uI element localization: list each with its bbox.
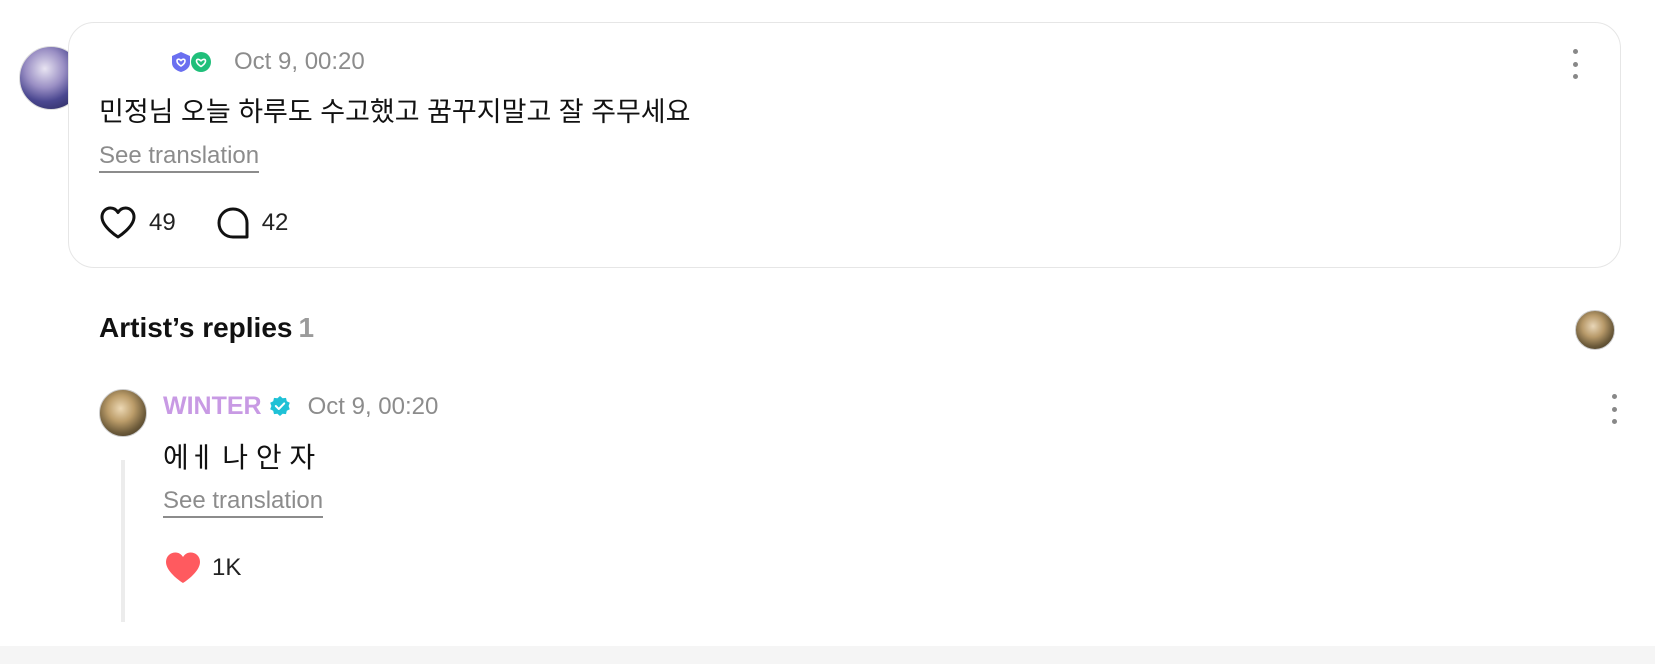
post-timestamp: Oct 9, 00:20 [234,48,365,75]
badges [170,51,212,73]
heart-badge-icon [191,52,211,72]
reply-more-icon[interactable] [1608,394,1620,424]
comment-count: 42 [261,209,289,236]
heart-filled-icon [166,552,200,583]
artist-replies-title: Artist’s replies 1 [99,312,314,344]
reply-timestamp: Oct 9, 00:20 [307,392,439,420]
comment-button[interactable]: 42 [216,206,289,240]
artist-replies-count: 1 [298,312,315,343]
artist-avatar[interactable] [99,389,147,437]
artist-replies-label: Artist’s replies [99,312,293,343]
artist-name[interactable]: WINTER [163,392,262,421]
post-text: 민정님 오늘 하루도 수고했고 꿈꾸지말고 잘 주무세요 [99,97,691,127]
artist-replies-avatar[interactable] [1575,310,1615,350]
like-button[interactable]: 49 [99,206,176,240]
like-count: 49 [149,209,176,236]
reply-header: WINTER Oct 9, 00:20 [163,392,438,421]
reply-text: 에ㅔ 나 안 자 [163,442,316,473]
page: Oct 9, 00:20 민정님 오늘 하루도 수고했고 꿈꾸지말고 잘 주무세… [0,0,1655,664]
reply-see-translation-link[interactable]: See translation [163,487,324,518]
post-more-icon[interactable] [1569,49,1581,79]
post-actions: 49 42 [99,206,288,240]
reply-like-count: 1K [212,554,242,581]
post-header: Oct 9, 00:20 [170,48,365,76]
post-see-translation-link[interactable]: See translation [99,142,260,173]
reply-like-button[interactable]: 1K [164,551,241,585]
reply-actions: 1K [164,551,241,585]
comment-icon [217,207,249,239]
thread-line [121,460,125,622]
footer-divider [0,646,1655,664]
fan-badge-icon [172,52,190,72]
verified-icon [269,395,290,416]
heart-outline-icon [100,206,136,239]
